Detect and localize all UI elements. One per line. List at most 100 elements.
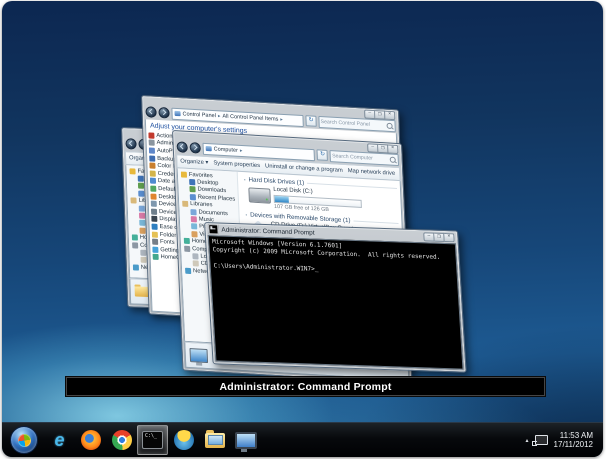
- control-panel-item-icon: [150, 193, 157, 200]
- nav-item-icon: [192, 260, 199, 267]
- hard-disk-icon: [248, 187, 271, 204]
- control-panel-item-icon: [149, 162, 156, 169]
- nav-item-icon: [180, 171, 188, 178]
- search-input[interactable]: [319, 117, 387, 130]
- nav-item-icon: [189, 186, 196, 193]
- control-panel-item-icon: [150, 185, 157, 192]
- nav-item-icon: [184, 245, 191, 252]
- search-input[interactable]: [330, 151, 390, 164]
- minimize-button[interactable]: [423, 231, 435, 242]
- control-panel-item-icon: [150, 208, 158, 215]
- command-prompt-icon: [208, 224, 219, 235]
- search-icon: [386, 122, 393, 129]
- capacity-bar-fill: [274, 195, 289, 203]
- breadcrumb-child[interactable]: All Control Panel Items: [222, 113, 278, 122]
- monitor-icon: [234, 431, 257, 452]
- taskbar-item-firefox[interactable]: [75, 425, 106, 455]
- folder-icon: [204, 429, 225, 448]
- back-button[interactable]: [176, 141, 188, 153]
- control-panel-icon: [174, 110, 181, 117]
- control-panel-item-icon: [151, 215, 158, 223]
- maximize-button[interactable]: [378, 143, 389, 154]
- console-output[interactable]: Microsoft Windows [Version 6.1.7601] Cop…: [207, 235, 464, 370]
- nav-item-icon: [190, 208, 197, 216]
- taskbar-item-pinned-app[interactable]: [168, 425, 199, 455]
- control-panel-item-icon: [149, 155, 156, 162]
- command-prompt-icon: [142, 431, 163, 449]
- taskbar-item-file-manager[interactable]: [199, 425, 230, 455]
- breadcrumb-root[interactable]: Control Panel: [182, 111, 216, 119]
- windows-flag-icon: [16, 432, 32, 448]
- nav-item-icon: [192, 253, 199, 260]
- control-panel-item-icon: [150, 200, 157, 208]
- taskbar-item-internet-explorer[interactable]: e: [44, 425, 75, 455]
- taskbar-item-chrome[interactable]: [106, 425, 137, 455]
- nav-item-icon: [132, 264, 139, 271]
- pinned-app-icon: [173, 430, 194, 450]
- chrome-icon: [111, 430, 132, 450]
- nav-item-icon: [129, 167, 136, 175]
- taskbar[interactable]: e ▴ 11:53 AM 17/11/2012: [2, 422, 603, 457]
- start-button[interactable]: [10, 426, 38, 454]
- network-icon[interactable]: [531, 435, 548, 446]
- close-button[interactable]: [388, 144, 399, 155]
- desktop[interactable]: Organize ▾ Favorites Desktop: [2, 1, 603, 457]
- nav-item-icon: [191, 230, 198, 238]
- nav-item-icon: [189, 193, 197, 201]
- maximize-button[interactable]: [434, 232, 445, 242]
- map-network-drive-button[interactable]: Map network drive: [348, 168, 396, 177]
- control-panel-item-icon: [152, 246, 159, 253]
- nav-item-icon: [182, 200, 189, 208]
- internet-explorer-icon: e: [54, 430, 65, 450]
- system-tray: ▴ 11:53 AM 17/11/2012: [526, 431, 597, 450]
- caption-buttons: [364, 109, 396, 121]
- nav-item-icon: [184, 267, 192, 274]
- control-panel-item-icon: [151, 223, 158, 230]
- minimize-button[interactable]: [367, 143, 379, 153]
- nav-item-icon: [183, 237, 190, 245]
- refresh-icon[interactable]: ↻: [316, 149, 329, 162]
- caption-buttons: [423, 231, 455, 242]
- minimize-button[interactable]: [364, 109, 376, 120]
- breadcrumb-separator: ▸: [217, 112, 221, 119]
- nav-item-icon: [189, 179, 196, 186]
- organize-button[interactable]: Organize ▾: [180, 158, 208, 166]
- toolbar-overflow-chevron[interactable]: »: [400, 171, 401, 177]
- nav-item-icon: [190, 216, 197, 223]
- close-button[interactable]: [385, 110, 396, 121]
- refresh-icon[interactable]: ↻: [305, 115, 317, 127]
- nav-item-icon: [131, 234, 138, 241]
- taskbar-item-command-prompt[interactable]: [137, 425, 168, 455]
- breadcrumb-root[interactable]: Computer: [214, 146, 238, 153]
- search-icon: [389, 156, 396, 163]
- clock-date: 17/11/2012: [553, 440, 593, 449]
- forward-button[interactable]: [158, 106, 170, 119]
- breadcrumb-separator: ▸: [280, 116, 283, 123]
- control-panel-item-icon: [148, 139, 155, 147]
- caption-buttons: [367, 143, 399, 155]
- firefox-icon: [80, 430, 101, 450]
- control-panel-item-icon: [149, 170, 156, 177]
- nav-item-icon: [130, 197, 137, 204]
- breadcrumb-separator: ▸: [239, 147, 243, 154]
- close-button[interactable]: [444, 232, 455, 242]
- window-command-prompt[interactable]: Administrator: Command Prompt Microsoft …: [204, 222, 467, 373]
- taskbar-clock[interactable]: 11:53 AM 17/11/2012: [554, 431, 597, 450]
- back-button[interactable]: [125, 138, 137, 150]
- control-panel-item-icon: [151, 238, 159, 246]
- nav-item-icon: [132, 241, 139, 249]
- computer-icon: [205, 145, 212, 152]
- switcher-title-banner: Administrator: Command Prompt: [66, 377, 545, 396]
- control-panel-item-icon: [149, 177, 157, 185]
- uninstall-program-button[interactable]: Uninstall or change a program: [265, 163, 343, 173]
- control-panel-item-icon: [152, 253, 159, 261]
- clock-time: 11:53 AM: [559, 430, 593, 440]
- forward-button[interactable]: [189, 142, 201, 154]
- control-panel-item-icon: [148, 132, 155, 139]
- maximize-button[interactable]: [375, 110, 386, 120]
- control-panel-item-icon: [151, 231, 158, 238]
- back-button[interactable]: [145, 106, 157, 118]
- taskbar-item-computer[interactable]: [230, 425, 261, 455]
- system-properties-button[interactable]: System properties: [213, 160, 260, 169]
- show-hidden-icons-chevron[interactable]: ▴: [526, 437, 529, 444]
